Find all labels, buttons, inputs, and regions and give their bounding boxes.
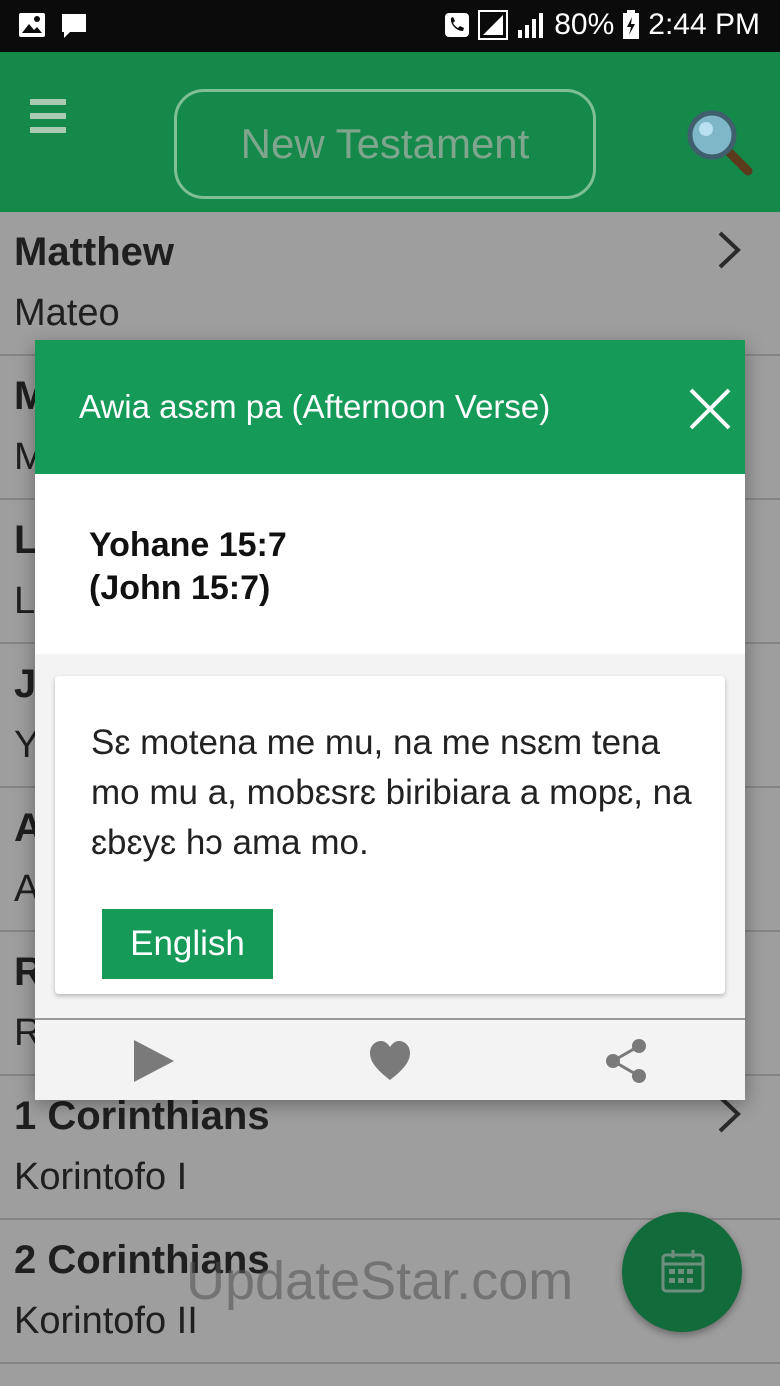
battery-charging-icon <box>623 10 640 39</box>
call-icon <box>445 13 470 37</box>
english-translation-button[interactable]: English <box>102 909 273 979</box>
verse-reference: Yohane 15:7 (John 15:7) <box>89 524 287 610</box>
menu-icon[interactable] <box>30 99 66 133</box>
watermark: UpdateStar.com <box>186 1251 574 1311</box>
verse-reference-english: (John 15:7) <box>89 569 271 607</box>
verse-reference-twi: Yohane 15:7 <box>89 526 287 564</box>
signal-sim-icon <box>478 10 509 40</box>
search-icon[interactable] <box>684 107 754 177</box>
message-icon <box>62 14 86 38</box>
clock: 2:44 PM <box>648 8 760 41</box>
heart-icon[interactable] <box>367 1038 413 1084</box>
dialog-header: Awia asɛm pa (Afternoon Verse) <box>35 340 745 474</box>
battery-percent: 80% <box>554 8 615 41</box>
app-bar: New Testament <box>0 52 780 212</box>
verse-card: Sɛ motena me mu, na me nsɛm tena mo mu a… <box>55 676 725 994</box>
testament-selector-button[interactable]: New Testament <box>174 89 596 199</box>
status-bar: 80% 2:44 PM <box>0 0 780 52</box>
dialog-title: Awia asɛm pa (Afternoon Verse) <box>79 388 551 425</box>
dialog-actions <box>35 1018 745 1100</box>
play-icon[interactable] <box>131 1038 177 1084</box>
verse-reference-area: Yohane 15:7 (John 15:7) <box>35 474 745 654</box>
verse-dialog: Awia asɛm pa (Afternoon Verse) Yohane 15… <box>35 340 745 1100</box>
share-icon[interactable] <box>603 1038 649 1084</box>
signal-icon <box>518 13 544 38</box>
close-icon[interactable] <box>687 386 733 432</box>
verse-text: Sɛ motena me mu, na me nsɛm tena mo mu a… <box>91 723 692 862</box>
calendar-fab-button[interactable] <box>622 1212 742 1332</box>
calendar-icon <box>661 1250 705 1293</box>
image-icon <box>19 13 45 37</box>
